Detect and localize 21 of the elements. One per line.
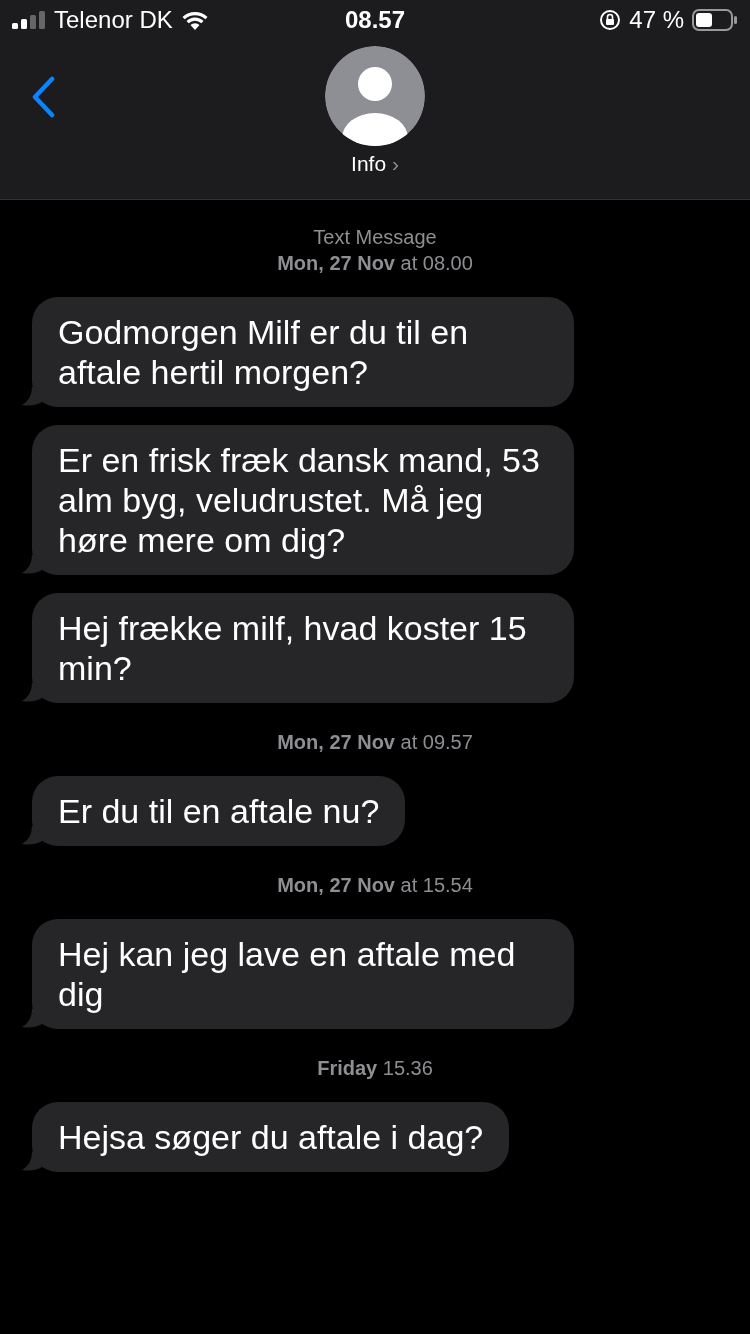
back-icon[interactable] xyxy=(30,76,56,118)
rotation-lock-icon xyxy=(599,9,622,31)
message-bubble: Er du til en aftale nu? xyxy=(32,776,406,846)
battery-icon xyxy=(692,9,738,31)
wifi-icon xyxy=(180,10,209,30)
carrier-name: Telenor DK xyxy=(54,6,173,34)
message-bubble: Hejsa søger du aftale i dag? xyxy=(32,1102,510,1172)
message-type-label: Text Message xyxy=(313,226,437,249)
timestamp: Mon, 27 Nov at 09.57 xyxy=(277,731,473,754)
message-bubble: Godmorgen Milf er du til en aftale hertil morgen? xyxy=(32,297,574,407)
message-bubble: Hej kan jeg lave en aftale med dig xyxy=(32,919,574,1029)
timestamp: Mon, 27 Nov at 08.00 xyxy=(277,252,473,275)
message-bubble: Er en frisk fræk dansk mand, 53 alm byg, veludrustet. Må jeg høre mere om dig? xyxy=(32,425,574,575)
timestamp: Friday 15.36 xyxy=(317,1057,433,1080)
timestamp: Mon, 27 Nov at 15.54 xyxy=(277,874,473,897)
battery-percent: 47 % xyxy=(629,6,684,34)
avatar-icon[interactable] xyxy=(325,46,425,146)
clock-time: 08.57 xyxy=(343,6,407,34)
message-bubble: Hej frække milf, hvad koster 15 min? xyxy=(32,593,574,703)
info-button[interactable]: Info › xyxy=(351,152,399,176)
signal-icon xyxy=(12,11,46,29)
